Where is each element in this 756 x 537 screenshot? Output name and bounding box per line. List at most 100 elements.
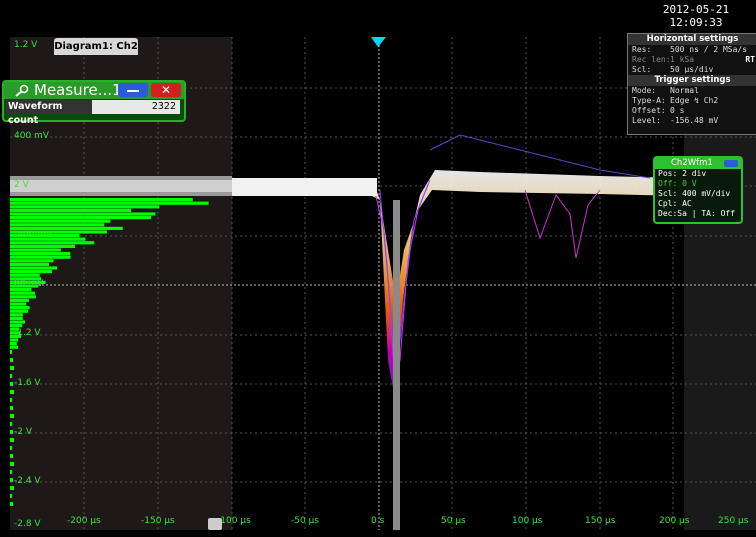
histogram-bar [10, 219, 111, 223]
histogram-bar [10, 223, 105, 227]
histogram-bar [10, 446, 12, 450]
y-label: -1.6 V [14, 378, 41, 388]
trigger-row: Level: -156.48 mV [632, 116, 719, 125]
histogram-bar [10, 205, 160, 209]
settings-panel[interactable]: Horizontal settings Res: 500 ns / 2 MSa/s… [627, 33, 756, 135]
histogram-bar [10, 478, 13, 482]
settings-row: Rec len:1 kSa RT [632, 55, 755, 64]
trigger-triangle-icon[interactable] [371, 37, 386, 47]
x-label: -100 µs [217, 516, 251, 526]
histogram-bar [10, 470, 12, 474]
histogram-bar [10, 366, 14, 370]
minimize-icon[interactable] [724, 160, 738, 167]
y-label: 00 mV [14, 279, 44, 289]
minimize-icon[interactable] [118, 83, 148, 97]
y-label: -2.8 V [14, 519, 41, 529]
histogram-bar [10, 295, 36, 299]
histogram-bar [10, 273, 40, 277]
histogram-bar [10, 398, 12, 402]
x-label: 50 µs [441, 516, 466, 526]
histogram-bar [10, 430, 13, 434]
measure-row: Waveform count 2322 [6, 100, 180, 126]
trigger-row: Offset: 0 s [632, 106, 685, 115]
settings-row: Scl: 50 µs/div [632, 65, 714, 74]
trigger-settings-title: Trigger settings [628, 75, 756, 86]
reference-marker [393, 200, 400, 530]
waveform-row: Off: 0 V [658, 179, 697, 188]
date: 2012-05-21 [662, 3, 730, 16]
diagram-tab[interactable]: Diagram1: Ch2 [54, 38, 138, 55]
histogram-bar [10, 454, 13, 458]
histogram-bar [10, 406, 13, 410]
scroll-handle-icon[interactable] [208, 518, 222, 530]
magnifier-icon [15, 84, 29, 97]
histogram-bar [10, 338, 19, 342]
histogram-bar [10, 201, 209, 205]
y-label: 2 V [14, 180, 29, 190]
histogram-bar [10, 270, 52, 274]
histogram-bar [10, 208, 131, 212]
y-label: 1.2 V [14, 40, 38, 50]
rt-badge: RT [745, 55, 755, 64]
histogram-bar [10, 302, 27, 306]
x-label: -50 µs [291, 516, 319, 526]
measure-value: 2322 [151, 101, 176, 112]
histogram-bar [10, 462, 14, 466]
histogram-bar [10, 494, 12, 498]
histogram-bar [10, 422, 12, 426]
histogram-bar [10, 262, 50, 266]
histogram-bar [10, 313, 23, 317]
histogram-bar [10, 342, 17, 346]
waveform-row: Dec:Sa | TA: Off [658, 209, 736, 218]
histogram-bar [10, 374, 12, 378]
histogram-bar [10, 212, 156, 216]
trigger-row: Type-A: Edge ↯ Ch2 [632, 96, 719, 105]
waveform-row: Cpl: AC [658, 199, 692, 208]
measure-header[interactable]: Measure...1 ✕ [4, 81, 184, 99]
x-label: 250 µs [718, 516, 749, 526]
histogram-bar [10, 291, 35, 295]
y-label: -2.4 V [14, 476, 41, 486]
y-label: -2 V [14, 427, 32, 437]
histogram-bar [10, 324, 23, 328]
histogram-bar [10, 216, 152, 220]
histogram-bar [10, 266, 58, 270]
histogram-bar [10, 382, 13, 386]
histogram-bar [10, 244, 75, 248]
waveform-info-box[interactable]: Ch2Wfm1 Pos: 2 div Off: 0 V Scl: 400 mV/… [653, 156, 743, 224]
histogram-bar [10, 358, 13, 362]
histogram-bar [10, 259, 54, 263]
x-label: 100 µs [512, 516, 543, 526]
histogram-bar [10, 198, 193, 202]
histogram-bar [10, 309, 29, 313]
horizontal-settings-title: Horizontal settings [628, 34, 756, 45]
close-icon[interactable]: ✕ [151, 83, 181, 97]
waveform-row: Scl: 400 mV/div [658, 189, 731, 198]
histogram-bar [10, 414, 14, 418]
y-label: 400 mV [14, 131, 49, 141]
histogram-bar [10, 486, 14, 490]
histogram-bar [10, 350, 12, 354]
histogram-bar [10, 316, 23, 320]
waveform-title: Ch2Wfm1 [655, 158, 741, 169]
x-label: 200 µs [659, 516, 690, 526]
x-label: 0 s [371, 516, 385, 526]
datetime: 2012-05-21 12:09:33 [640, 3, 752, 29]
histogram-bar [10, 255, 71, 259]
x-label: -150 µs [141, 516, 175, 526]
histogram-bar [10, 390, 14, 394]
histogram-bar [10, 306, 30, 310]
histogram-bar [10, 241, 95, 245]
histogram-bar [10, 298, 29, 302]
y-label: -400 mV [14, 230, 53, 240]
histogram-bar [10, 345, 19, 349]
y-label: -1.2 V [14, 328, 41, 338]
measure-window[interactable]: Measure...1 ✕ Waveform count 2322 [2, 80, 186, 126]
measure-label: Waveform count [6, 100, 92, 126]
histogram-bar [10, 502, 13, 506]
x-label: 150 µs [585, 516, 616, 526]
histogram-bar [10, 320, 26, 324]
trigger-row: Mode: Normal [632, 86, 699, 95]
histogram-bar [10, 252, 71, 256]
time: 12:09:33 [669, 16, 723, 29]
